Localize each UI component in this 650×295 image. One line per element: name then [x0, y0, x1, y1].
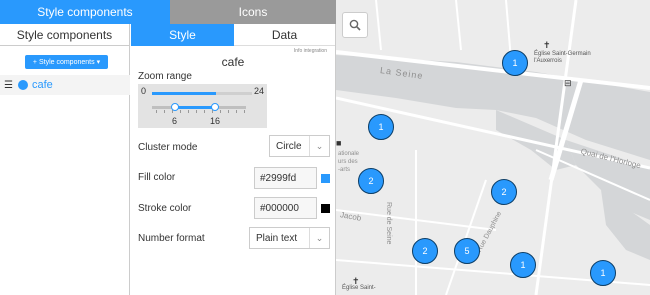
- add-button-label: Style components: [38, 58, 95, 66]
- search-icon: [349, 19, 361, 31]
- components-list-panel: Style components + Style components ▾ ☰ …: [0, 24, 130, 295]
- components-header: Style components: [0, 24, 129, 46]
- info-integration-link[interactable]: Info integration: [294, 48, 327, 54]
- tab-style[interactable]: Style: [131, 24, 234, 46]
- zoom-range-label: Zoom range: [138, 71, 192, 82]
- cluster-mode-value: Circle: [276, 140, 302, 152]
- cluster-marker[interactable]: 2: [491, 179, 517, 205]
- map-label-eglise-1: Église Saint-Germain: [534, 51, 591, 57]
- zoom-min-handle[interactable]: [171, 103, 179, 111]
- tab-style-components[interactable]: Style components: [0, 0, 170, 24]
- church-icon: ✝: [543, 40, 551, 50]
- zoom-from-value: 6: [172, 116, 178, 126]
- tab-data[interactable]: Data: [234, 24, 335, 46]
- zoom-to-value: 16: [210, 116, 221, 126]
- layer-color-dot: [18, 80, 28, 90]
- map-label-nationale-1: ationale: [338, 151, 360, 157]
- cluster-marker[interactable]: 1: [368, 114, 394, 140]
- zoom-range-control: 0 24 6 16: [138, 84, 267, 128]
- metro-icon: ⊟: [564, 78, 572, 88]
- layer-name[interactable]: cafe: [32, 79, 53, 91]
- plus-icon: +: [32, 58, 37, 66]
- map-search-button[interactable]: [342, 12, 368, 38]
- fill-color-input[interactable]: #2999fd: [254, 167, 317, 189]
- drag-handle-icon[interactable]: ☰: [4, 80, 14, 91]
- map-label-rue-seine: Rue de Seine: [385, 202, 392, 245]
- zoom-max-handle[interactable]: [211, 103, 219, 111]
- cluster-marker[interactable]: 5: [454, 238, 480, 264]
- fill-color-swatch[interactable]: [321, 174, 330, 183]
- stroke-color-swatch[interactable]: [321, 204, 330, 213]
- chevron-down-icon: ⌄: [309, 136, 329, 156]
- cluster-mode-select[interactable]: Circle ⌄: [269, 135, 330, 157]
- current-zoom-indicator: [152, 92, 216, 95]
- layer-title: cafe: [221, 55, 245, 69]
- number-format-value: Plain text: [256, 232, 298, 244]
- church-icon: ✝: [352, 276, 360, 286]
- map-view[interactable]: La Seine Église Saint-Germain l'Auxerroi…: [336, 0, 650, 295]
- style-panel: Style components Icons Style components …: [0, 0, 336, 295]
- cluster-marker[interactable]: 1: [510, 252, 536, 278]
- add-style-component-button[interactable]: + Style components ▾: [25, 55, 108, 69]
- fill-color-label: Fill color: [138, 172, 176, 183]
- cluster-marker[interactable]: 2: [358, 168, 384, 194]
- cluster-marker[interactable]: 1: [590, 260, 616, 286]
- tab-icons[interactable]: Icons: [170, 0, 336, 24]
- map-label-nationale-2: urs des: [338, 159, 358, 165]
- number-format-label: Number format: [138, 233, 205, 244]
- cluster-mode-label: Cluster mode: [138, 142, 198, 153]
- map-base: [336, 0, 650, 295]
- style-editor: Style Data Info integration cafe Zoom ra…: [131, 24, 335, 295]
- chevron-down-icon: ⌄: [309, 228, 329, 248]
- cluster-marker[interactable]: 1: [502, 50, 528, 76]
- zoom-max-value: 24: [253, 86, 264, 96]
- cluster-marker[interactable]: 2: [412, 238, 438, 264]
- map-label-nationale-3: -arts: [338, 167, 350, 173]
- dropdown-arrow-icon: ▾: [96, 59, 101, 66]
- top-tabs: Style components Icons: [0, 0, 336, 24]
- layer-item-cafe[interactable]: ☰ cafe: [0, 75, 130, 95]
- zoom-range-fill: [175, 106, 215, 109]
- zoom-min-value: 0: [141, 86, 147, 96]
- stroke-color-input[interactable]: #000000: [254, 197, 317, 219]
- number-format-select[interactable]: Plain text ⌄: [249, 227, 330, 249]
- editor-tabs: Style Data: [131, 24, 335, 46]
- map-label-eglise-2: l'Auxerrois: [534, 58, 562, 64]
- stroke-color-label: Stroke color: [138, 203, 192, 214]
- museum-icon: ■: [336, 138, 342, 148]
